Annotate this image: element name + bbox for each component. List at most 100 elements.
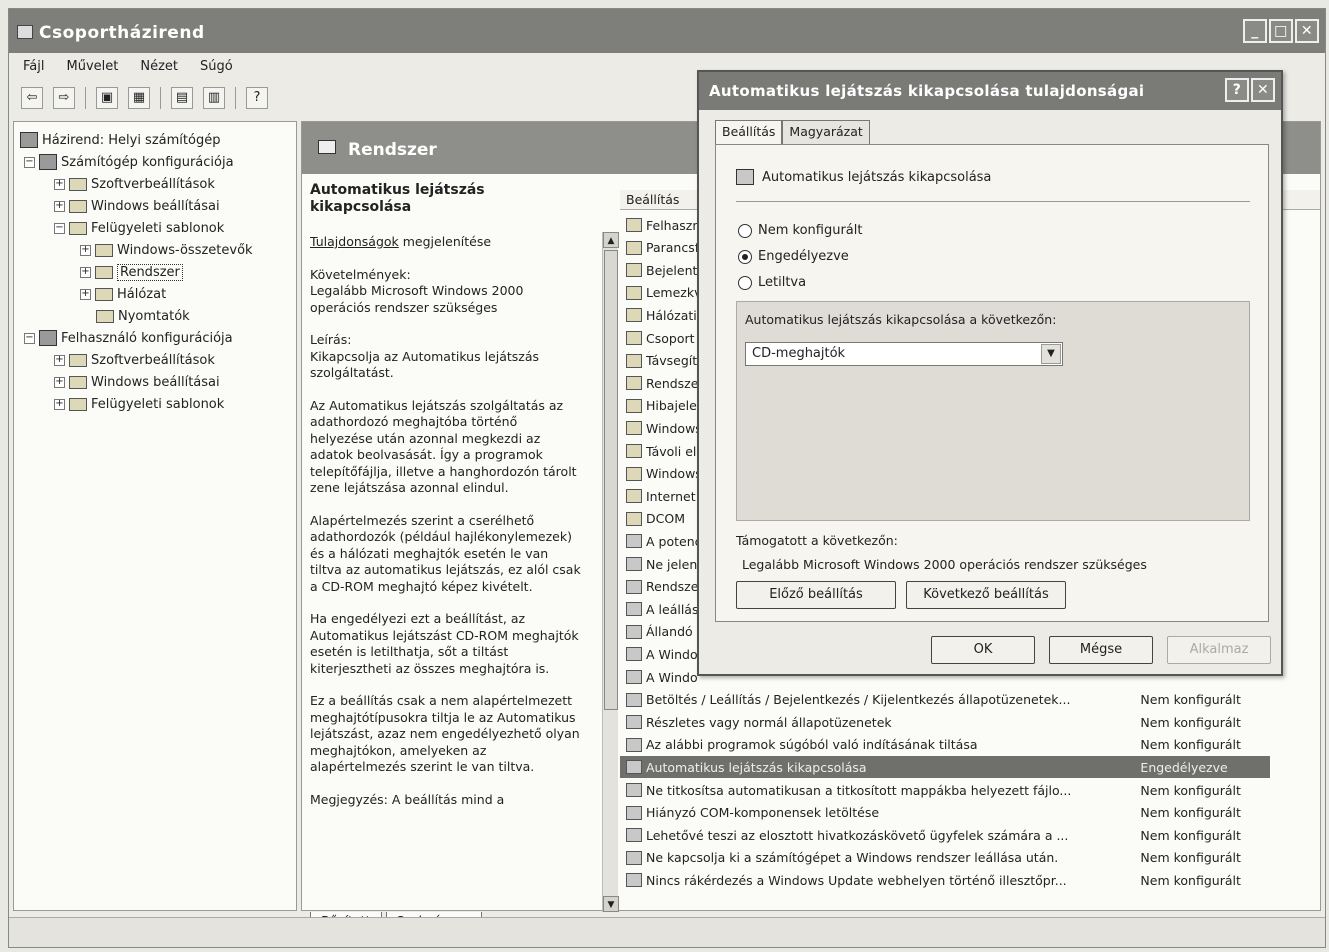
- folder-icon: [626, 285, 642, 300]
- previous-setting-button[interactable]: Előző beállítás: [736, 581, 896, 609]
- supported-value: Legalább Microsoft Windows 2000 operáció…: [742, 557, 1147, 572]
- setting-name: Nincs rákérdezés a Windows Update webhel…: [646, 872, 1067, 888]
- folder-icon: [626, 331, 642, 345]
- setting-state: Engedélyezve: [1140, 759, 1228, 775]
- collapse-icon[interactable]: −: [54, 222, 65, 234]
- menu-help[interactable]: Súgó: [200, 59, 233, 79]
- open-folder-icon: [95, 265, 113, 279]
- collapse-icon[interactable]: −: [24, 332, 35, 344]
- export-icon[interactable]: ▥: [203, 87, 225, 109]
- tree-item-admin-templates[interactable]: − Felügyeleti sablonok: [54, 218, 224, 238]
- tab-explain[interactable]: Magyarázat: [782, 120, 870, 144]
- help-icon[interactable]: ?: [1225, 78, 1249, 102]
- folder-icon: [69, 177, 87, 191]
- chevron-down-icon[interactable]: ▼: [1041, 344, 1061, 364]
- tree-item-user-admin-templates[interactable]: + Felügyeleti sablonok: [54, 394, 224, 414]
- status-bar: [9, 917, 1325, 947]
- list-item[interactable]: Betöltés / Leállítás / Bejelentkezés / K…: [620, 689, 1270, 711]
- tree-item-software-settings[interactable]: + Szoftverbeállítások: [54, 174, 215, 194]
- expand-icon[interactable]: +: [80, 288, 91, 300]
- radio-button[interactable]: [738, 275, 752, 290]
- policy-icon: [626, 715, 642, 730]
- expand-icon[interactable]: +: [54, 376, 65, 388]
- setting-name: Ne titkosítsa automatikusan a titkosítot…: [646, 782, 1072, 798]
- up-icon[interactable]: ▣: [96, 87, 118, 109]
- tab-setting[interactable]: Beállítás: [715, 120, 783, 144]
- show-hide-icon[interactable]: ▦: [128, 87, 150, 109]
- radio-disabled[interactable]: Letiltva: [738, 275, 806, 290]
- menu-file[interactable]: Fájl: [23, 59, 44, 79]
- radio-button[interactable]: [738, 249, 752, 264]
- properties-link[interactable]: Tulajdonságok: [310, 234, 399, 249]
- minimize-button[interactable]: _: [1243, 19, 1267, 43]
- tree-item-user-software-settings[interactable]: + Szoftverbeállítások: [54, 350, 215, 370]
- tree-item-windows-components[interactable]: + Windows-összetevők: [80, 240, 253, 260]
- computer-icon: [39, 154, 57, 170]
- dialog-body: Automatikus lejátszás kikapcsolása Nem k…: [715, 144, 1269, 622]
- radio-enabled[interactable]: Engedélyezve: [738, 249, 849, 264]
- drive-type-select[interactable]: CD-meghajtók ▼: [745, 342, 1063, 366]
- collapse-icon[interactable]: −: [24, 156, 35, 168]
- list-item[interactable]: Automatikus lejátszás kikapcsolása Engedé…: [620, 756, 1270, 779]
- ok-button[interactable]: OK: [931, 636, 1035, 664]
- radio-button[interactable]: [738, 223, 752, 238]
- list-item[interactable]: Lehetővé teszi az elosztott hivatkozáskö…: [620, 824, 1270, 846]
- maximize-button[interactable]: □: [1269, 19, 1293, 43]
- list-item[interactable]: Részletes vagy normál állapotüzenetek Nem…: [620, 711, 1270, 733]
- description-panel: Automatikus lejátszás kikapcsolása Tulaj…: [310, 182, 582, 902]
- tree-item-user-config[interactable]: − Felhasználó konfigurációja: [24, 328, 233, 348]
- cancel-button[interactable]: Mégse: [1049, 636, 1153, 664]
- menu-action[interactable]: Művelet: [66, 59, 118, 79]
- close-icon[interactable]: ✕: [1251, 78, 1275, 102]
- list-item[interactable]: Ne kapcsolja ki a számítógépet a Windows…: [620, 847, 1270, 869]
- window-title: Csoportházirend: [39, 23, 205, 43]
- folder-icon: [96, 309, 114, 323]
- window-titlebar: Csoportházirend _ □ ✕: [9, 9, 1325, 53]
- expand-icon[interactable]: +: [54, 354, 65, 366]
- tree-item-user-windows-settings[interactable]: + Windows beállításai: [54, 372, 220, 392]
- list-item[interactable]: Az alábbi programok súgóból való indítás…: [620, 734, 1270, 756]
- setting-state: Nem konfigurált: [1140, 782, 1241, 798]
- policy-icon: [626, 579, 642, 594]
- setting-state: Nem konfigurált: [1140, 737, 1241, 753]
- folder-icon: [626, 353, 642, 368]
- expand-icon[interactable]: +: [80, 266, 91, 278]
- tree-item-system[interactable]: + Rendszer: [80, 262, 183, 282]
- folder-icon: [69, 199, 87, 213]
- scroll-thumb[interactable]: [604, 250, 618, 710]
- folder-icon: [95, 287, 113, 301]
- folder-icon: [626, 376, 642, 391]
- list-item[interactable]: Ne titkosítsa automatikusan a titkosítot…: [620, 779, 1270, 801]
- folder-icon: [626, 263, 642, 278]
- list-item[interactable]: Hiányzó COM-komponensek letöltése Nem kon…: [620, 802, 1270, 824]
- tree-item-computer-config[interactable]: − Számítógép konfigurációja: [24, 152, 234, 172]
- setting-state: Nem konfigurált: [1140, 805, 1241, 821]
- menu-view[interactable]: Nézet: [140, 59, 178, 79]
- tree-item-printers[interactable]: Nyomtatók: [96, 306, 190, 326]
- list-item[interactable]: Nincs rákérdezés a Windows Update webhel…: [620, 869, 1270, 891]
- expand-icon[interactable]: +: [54, 200, 65, 212]
- close-button[interactable]: ✕: [1295, 19, 1319, 43]
- next-setting-button[interactable]: Következő beállítás: [906, 581, 1066, 609]
- tree-item-network[interactable]: + Hálózat: [80, 284, 166, 304]
- policy-icon: [626, 670, 642, 684]
- back-icon[interactable]: ⇦: [21, 87, 43, 109]
- apply-button[interactable]: Alkalmaz: [1167, 636, 1271, 664]
- description-scrollbar[interactable]: ▲ ▼: [602, 232, 619, 912]
- properties-dialog: Automatikus lejátszás kikapcsolása tulaj…: [697, 70, 1283, 676]
- tree-pane: Házirend: Helyi számítógép − Számítógép …: [13, 121, 297, 911]
- tree-item-windows-settings[interactable]: + Windows beállításai: [54, 196, 220, 216]
- expand-icon[interactable]: +: [80, 244, 91, 256]
- tree-item-root[interactable]: Házirend: Helyi számítógép: [20, 130, 220, 150]
- help-icon[interactable]: ?: [246, 87, 268, 109]
- setting-name: Betöltés / Leállítás / Bejelentkezés / K…: [646, 692, 1071, 708]
- radio-not-configured[interactable]: Nem konfigurált: [738, 223, 862, 238]
- description-paragraph: Alapértelmezés szerint a cserélhető adat…: [310, 512, 581, 594]
- forward-icon[interactable]: ⇨: [53, 87, 75, 109]
- properties-icon[interactable]: ▤: [171, 87, 193, 109]
- expand-icon[interactable]: +: [54, 398, 65, 410]
- scroll-up-icon[interactable]: ▲: [603, 232, 619, 248]
- scroll-down-icon[interactable]: ▼: [603, 896, 619, 912]
- expand-icon[interactable]: +: [54, 178, 65, 190]
- dialog-tabs: Beállítás Magyarázat: [715, 120, 870, 144]
